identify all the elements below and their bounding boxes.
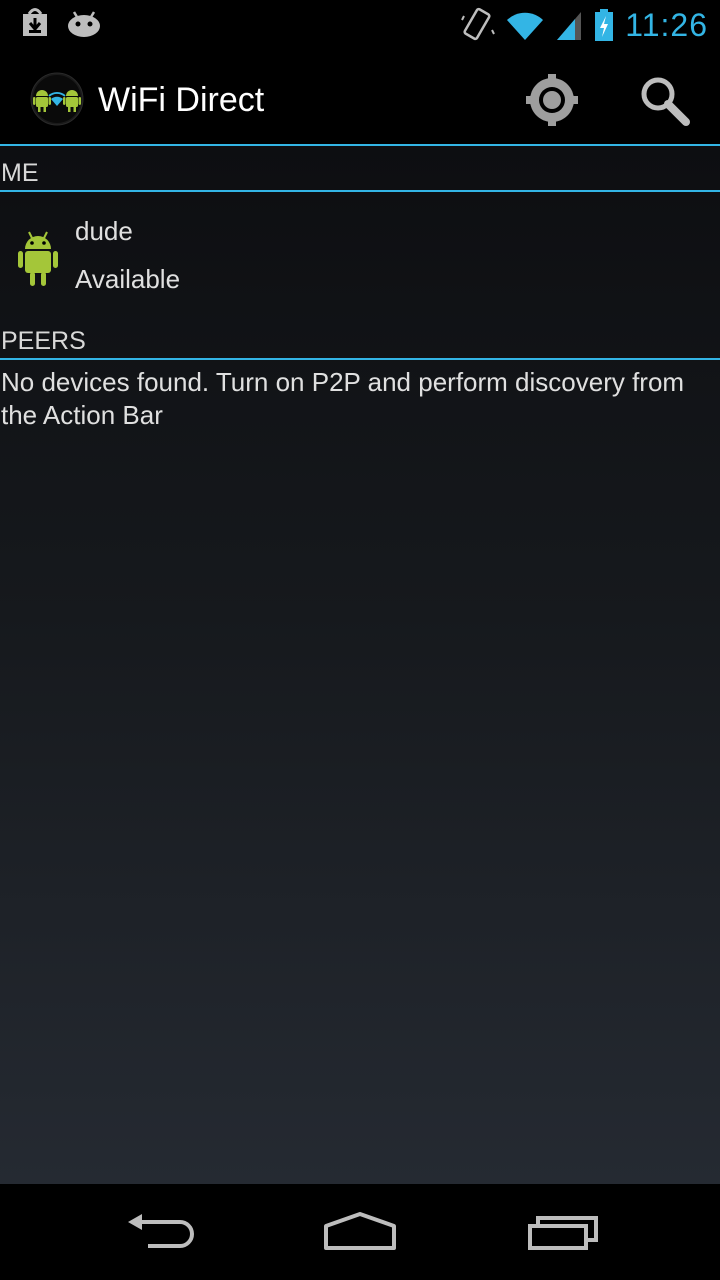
- wifi-direct-app-icon[interactable]: [30, 72, 84, 126]
- signal-icon: [557, 12, 582, 40]
- wifi-icon: [507, 12, 544, 41]
- peers-section-header: PEERS: [0, 326, 720, 360]
- notification-icons: [18, 6, 102, 40]
- my-device-row[interactable]: dude Available: [0, 194, 720, 324]
- download-icon: [23, 8, 47, 36]
- content-area: ME dude Available PEERS No devices found…: [0, 144, 720, 1186]
- recents-icon[interactable]: [512, 1202, 612, 1262]
- android-robot-icon: [18, 231, 58, 286]
- status-time: 11:26: [625, 7, 708, 43]
- battery-charging-icon: [595, 9, 614, 41]
- empty-peers-message: No devices found. Turn on P2P and perfor…: [1, 367, 685, 430]
- screen: 11:26 WiFi Direct ME dude Available PEER…: [0, 0, 720, 1280]
- status-bar: 11:26: [0, 0, 720, 50]
- app-title: WiFi Direct: [98, 81, 265, 119]
- device-name: dude: [75, 216, 133, 246]
- android-notification-icon: [68, 11, 100, 37]
- me-section-header: ME: [0, 158, 720, 192]
- settings-icon[interactable]: [522, 70, 582, 130]
- navigation-bar: [0, 1184, 720, 1280]
- system-status-icons: 11:26: [461, 6, 708, 44]
- vibrate-icon: [461, 7, 496, 41]
- back-icon[interactable]: [110, 1202, 210, 1262]
- device-status: Available: [75, 264, 181, 294]
- home-icon[interactable]: [310, 1202, 410, 1262]
- search-icon[interactable]: [634, 70, 694, 130]
- action-bar: WiFi Direct: [0, 50, 720, 144]
